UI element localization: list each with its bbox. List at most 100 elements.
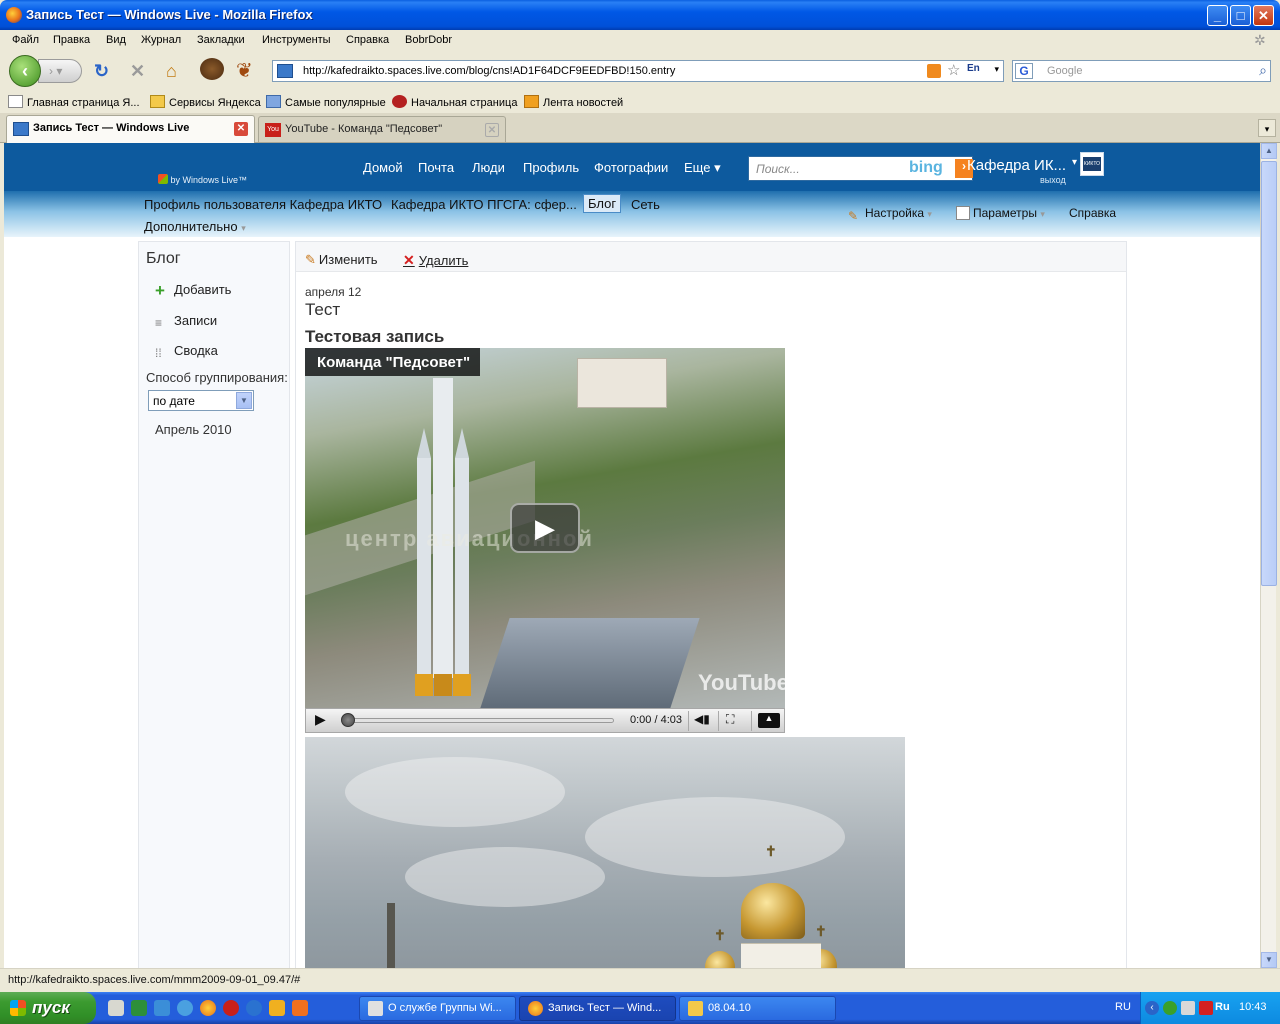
search-bar[interactable]: G Google ⌕	[1012, 60, 1271, 82]
taskbar-item-folder[interactable]: 08.04.10	[679, 996, 836, 1021]
bookmark-start-page[interactable]: Начальная страница	[392, 95, 517, 109]
back-button[interactable]: ‹	[9, 55, 41, 87]
home-icon[interactable]: ⌂	[166, 61, 177, 81]
search-icon[interactable]: ⌕	[1259, 62, 1267, 79]
menu-bobrdobr[interactable]: BobrDobr	[405, 34, 452, 46]
delete-button[interactable]: ✕ Удалить	[403, 252, 468, 269]
sidebar-item-summary[interactable]: ⁞⁞ Сводка	[155, 343, 218, 360]
window-title-bar[interactable]: Запись Тест — Windows Live - Mozilla Fir…	[0, 0, 1280, 30]
maximize-button[interactable]: □	[1230, 5, 1251, 26]
fullscreen-icon[interactable]: ⛶	[726, 712, 734, 727]
menu-bookmarks[interactable]: Закладки	[197, 34, 245, 46]
help-link[interactable]: Справка	[1069, 206, 1116, 220]
bookmark-yandex-services[interactable]: Сервисы Яндекса	[150, 95, 261, 109]
network-icon[interactable]	[1181, 1001, 1195, 1015]
topnav-more[interactable]: Еще ▾	[684, 160, 721, 176]
taskbar-item-firefox[interactable]: Запись Тест — Wind...	[519, 996, 676, 1021]
archive-month-link[interactable]: Апрель 2010	[155, 422, 232, 437]
bookmark-star-icon[interactable]: ☆	[947, 61, 960, 79]
forward-button[interactable]: › ▾	[38, 59, 82, 83]
bookmark-news-feed[interactable]: Лента новостей	[524, 95, 623, 109]
scroll-down-icon[interactable]: ▼	[1261, 952, 1277, 968]
opera-icon[interactable]	[223, 1000, 239, 1016]
church-photo[interactable]: ✝ ✝ ✝	[305, 737, 905, 968]
youtube-video-player[interactable]: центр авиационной Команда "Педсовет" ▶ Y…	[305, 348, 785, 708]
options-menu[interactable]: Параметры ▾	[956, 206, 1045, 220]
topnav-photos[interactable]: Фотографии	[594, 160, 668, 175]
grouping-select[interactable]: по дате ▼	[148, 390, 254, 411]
video-progress-bar[interactable]	[342, 718, 614, 723]
menu-help[interactable]: Справка	[346, 34, 389, 46]
tray-language[interactable]: Ru	[1215, 1001, 1230, 1013]
firefox-quicklaunch-icon[interactable]	[200, 1000, 216, 1016]
menu-view[interactable]: Вид	[106, 34, 126, 46]
user-name[interactable]: Кафедра ИК...	[967, 157, 1066, 174]
menu-history[interactable]: Журнал	[141, 34, 181, 46]
bookmark-yandex-home[interactable]: Главная страница Я...	[8, 95, 140, 109]
tab-list-button[interactable]: ▾	[1258, 119, 1276, 137]
video-scrubber[interactable]	[341, 713, 355, 727]
media-icon[interactable]	[269, 1000, 285, 1016]
quicklaunch-icon[interactable]	[154, 1000, 170, 1016]
menu-edit[interactable]: Правка	[53, 34, 90, 46]
settings-menu[interactable]: ✎ Настройка ▾	[848, 206, 932, 223]
play-button-icon[interactable]: ▶	[315, 711, 326, 728]
tab-windows-live[interactable]: Запись Тест — Windows Live ✕	[6, 115, 255, 143]
play-icon[interactable]: ▶	[510, 503, 580, 553]
tab-close-icon[interactable]: ✕	[485, 123, 499, 137]
taskbar-item-group-service[interactable]: О службе Группы Wi...	[359, 996, 516, 1021]
topnav-people[interactable]: Люди	[472, 160, 505, 175]
expand-menu-icon[interactable]: ▲	[758, 713, 780, 728]
tab-close-icon[interactable]: ✕	[234, 122, 248, 136]
edit-button[interactable]: ✎ Изменить	[305, 252, 378, 268]
video-title[interactable]: Команда "Педсовет"	[305, 348, 481, 376]
subnav-more[interactable]: Дополнительно ▾	[144, 219, 246, 234]
subnav-profile[interactable]: Профиль пользователя Кафедра ИКТО	[144, 197, 382, 212]
scroll-thumb[interactable]	[1261, 161, 1277, 586]
paw-icon[interactable]: ❦	[236, 61, 253, 81]
minimize-button[interactable]: _	[1207, 5, 1228, 26]
address-bar[interactable]: http://kafedraikto.spaces.live.com/blog/…	[272, 60, 1004, 82]
google-engine-icon[interactable]: G	[1015, 63, 1033, 79]
messenger-icon[interactable]	[292, 1000, 308, 1016]
topnav-profile[interactable]: Профиль	[523, 160, 579, 175]
antivirus-icon[interactable]	[1199, 1001, 1213, 1015]
windows-live-brand[interactable]: by Windows Live™	[158, 174, 247, 185]
bobrdobr-icon[interactable]	[200, 58, 224, 80]
rss-icon[interactable]	[927, 64, 941, 78]
sidebar-item-entries[interactable]: ≡ Записи	[155, 313, 217, 330]
sidebar-item-add[interactable]: + Добавить	[155, 282, 231, 299]
quicklaunch-icon[interactable]	[131, 1000, 147, 1016]
browser-icon[interactable]	[246, 1000, 262, 1016]
youtube-watermark[interactable]: YouTube	[698, 670, 785, 696]
signout-link[interactable]: выход	[1040, 175, 1066, 185]
user-menu-chevron-icon[interactable]: ▾	[1072, 157, 1077, 168]
url-dropdown-icon[interactable]: ▾	[994, 64, 999, 75]
site-search-input[interactable]: Поиск... bing ›	[748, 156, 973, 181]
subnav-network[interactable]: Сеть	[631, 197, 660, 212]
reload-icon[interactable]: ↻	[94, 61, 109, 81]
topnav-home[interactable]: Домой	[363, 160, 403, 175]
tray-expand-icon[interactable]: ‹	[1145, 1001, 1159, 1015]
bookmark-most-popular[interactable]: Самые популярные	[266, 95, 386, 109]
scroll-up-icon[interactable]: ▲	[1261, 143, 1277, 159]
close-button[interactable]: ✕	[1253, 5, 1274, 26]
tray-icon[interactable]	[1163, 1001, 1177, 1015]
subnav-blog[interactable]: Блог	[583, 194, 622, 213]
subnav-space[interactable]: Кафедра ИКТО ПГСГА: сфер...	[391, 197, 577, 212]
volume-icon[interactable]: ◀▮	[694, 712, 710, 726]
avatar[interactable]: КИКТО	[1080, 152, 1104, 176]
chevron-down-icon[interactable]: ▼	[236, 392, 252, 409]
ie-icon[interactable]	[177, 1000, 193, 1016]
url-text[interactable]: http://kafedraikto.spaces.live.com/blog/…	[303, 65, 675, 77]
stop-icon[interactable]: ✕	[130, 61, 145, 81]
post-title[interactable]: Тест	[305, 300, 340, 320]
vertical-scrollbar[interactable]: ▲ ▼	[1260, 143, 1277, 968]
show-desktop-icon[interactable]	[108, 1000, 124, 1016]
language-badge[interactable]: En	[967, 63, 980, 74]
menu-tools[interactable]: Инструменты	[262, 34, 331, 46]
tab-youtube[interactable]: You YouTube - Команда "Педсовет" ✕	[258, 116, 506, 142]
topnav-mail[interactable]: Почта	[418, 160, 454, 175]
start-button[interactable]: пуск	[0, 992, 96, 1024]
keyboard-language[interactable]: RU	[1115, 1001, 1131, 1013]
